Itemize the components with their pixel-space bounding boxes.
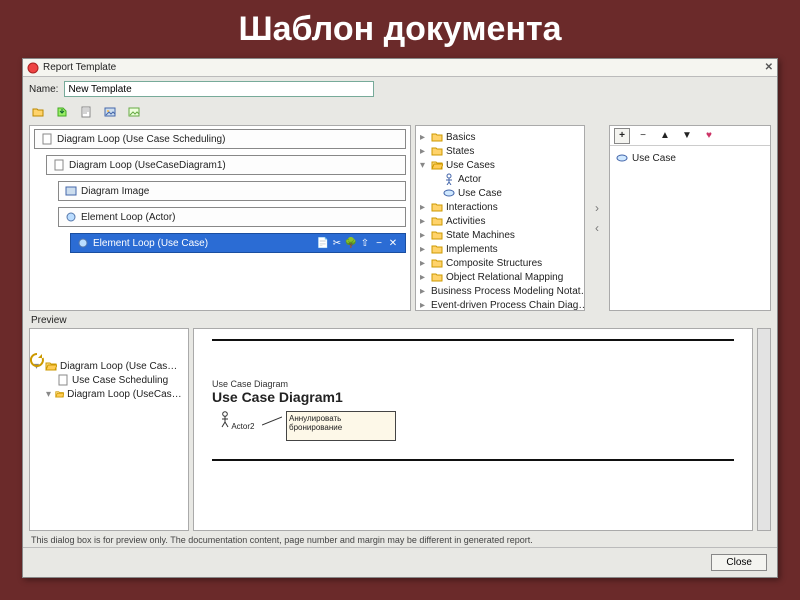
open-icon[interactable] bbox=[29, 103, 47, 121]
connector-line bbox=[262, 411, 282, 431]
report-template-dialog: Report Template ✕ Name: Diagram Loop (Us… bbox=[22, 58, 778, 578]
element-tree-panel[interactable]: ▸Basics▸States▾Use CasesActorUse Case▸In… bbox=[415, 125, 585, 311]
close-button[interactable]: Close bbox=[711, 554, 767, 571]
tree-item[interactable]: ▸Business Process Modeling Notat… bbox=[418, 284, 582, 298]
loop-label: Element Loop (Use Case) bbox=[93, 238, 208, 249]
tree-item[interactable]: ▸Activities bbox=[418, 214, 582, 228]
new-doc-icon[interactable] bbox=[77, 103, 95, 121]
preview-note: This dialog box is for preview only. The… bbox=[23, 533, 777, 547]
plus-icon[interactable]: + bbox=[614, 128, 630, 144]
tree-item[interactable]: ▸Object Relational Mapping bbox=[418, 270, 582, 284]
loop-label: Diagram Loop (Use Case Scheduling) bbox=[57, 134, 225, 145]
loop-label: Diagram Image bbox=[81, 186, 149, 197]
preview-wrap: ▾Diagram Loop (Use Case Sched…Use Case S… bbox=[23, 326, 777, 533]
name-label: Name: bbox=[29, 84, 58, 95]
loop-label: Diagram Loop (UseCaseDiagram1) bbox=[69, 160, 226, 171]
tree-item[interactable]: ▸Composite Structures bbox=[418, 256, 582, 270]
usecase-box: Аннулировать бронирование bbox=[286, 411, 396, 441]
refresh-icon[interactable] bbox=[29, 352, 45, 368]
doc-caption: Use Case Diagram bbox=[212, 379, 734, 389]
main-toolbar bbox=[23, 101, 777, 125]
dialog-footer: Close bbox=[23, 547, 777, 577]
tree-item[interactable]: ▸States bbox=[418, 144, 582, 158]
doc-title: Use Case Diagram1 bbox=[212, 389, 734, 405]
preview-tree-item[interactable]: ▾Diagram Loop (UseCaseDiagram1) bbox=[32, 387, 186, 401]
minus-icon[interactable]: − bbox=[373, 237, 385, 249]
list-item[interactable]: Use Case bbox=[616, 150, 764, 166]
tree-item[interactable]: Actor bbox=[418, 172, 582, 186]
preview-tree-item[interactable]: ▾Diagram Loop (Use Case Sched… bbox=[32, 359, 186, 373]
tree-item[interactable]: ▸State Machines bbox=[418, 228, 582, 242]
minus-icon[interactable]: − bbox=[634, 127, 652, 145]
cut-icon[interactable]: ✂ bbox=[331, 237, 343, 249]
tree-icon[interactable]: 🌳 bbox=[345, 237, 357, 249]
tree-item[interactable]: ▸Basics bbox=[418, 130, 582, 144]
insert-image-a-icon[interactable] bbox=[101, 103, 119, 121]
tree-item[interactable]: ▸Implements bbox=[418, 242, 582, 256]
heart-icon[interactable]: ♥ bbox=[700, 127, 718, 145]
doc-icon bbox=[53, 159, 65, 171]
loop-row-selected[interactable]: Element Loop (Use Case) 📄 ✂ 🌳 ⇧ − ✕ bbox=[70, 233, 406, 253]
export-icon[interactable] bbox=[53, 103, 71, 121]
delete-icon[interactable]: ✕ bbox=[387, 237, 399, 249]
window-title: Report Template bbox=[43, 62, 116, 73]
selection-panel: + − ▲ ▼ ♥ Use Case bbox=[609, 125, 771, 311]
name-input[interactable] bbox=[64, 81, 374, 97]
copy-icon[interactable]: 📄 bbox=[317, 237, 329, 249]
ball-icon bbox=[77, 237, 89, 249]
preview-label: Preview bbox=[23, 311, 777, 326]
move-left-icon[interactable]: ‹ bbox=[590, 221, 604, 235]
selection-list: Use Case bbox=[610, 146, 770, 310]
tree-item[interactable]: ▸Interactions bbox=[418, 200, 582, 214]
preview-tree[interactable]: ▾Diagram Loop (Use Case Sched…Use Case S… bbox=[29, 328, 189, 531]
loop-row[interactable]: Element Loop (Actor) bbox=[58, 207, 406, 227]
loop-label: Element Loop (Actor) bbox=[81, 212, 176, 223]
image-icon bbox=[65, 185, 77, 197]
preview-tree-item[interactable]: Use Case Scheduling bbox=[32, 373, 186, 387]
actor-figure: Actor2 bbox=[212, 411, 262, 431]
down-arrow-icon[interactable]: ▼ bbox=[678, 127, 696, 145]
window-close-icon[interactable]: ✕ bbox=[765, 62, 773, 73]
middle-row: Diagram Loop (Use Case Scheduling) Diagr… bbox=[23, 125, 777, 311]
doc-icon bbox=[41, 133, 53, 145]
tree-item[interactable]: ▸Event-driven Process Chain Diag… bbox=[418, 298, 582, 311]
loop-row[interactable]: Diagram Loop (UseCaseDiagram1) bbox=[46, 155, 406, 175]
ball-icon bbox=[65, 211, 77, 223]
slide-title: Шаблон документа bbox=[0, 0, 800, 53]
insert-image-b-icon[interactable] bbox=[125, 103, 143, 121]
oval-icon bbox=[616, 152, 628, 164]
tree-item[interactable]: ▾Use Cases bbox=[418, 158, 582, 172]
loop-row[interactable]: Diagram Image bbox=[58, 181, 406, 201]
tree-item[interactable]: Use Case bbox=[418, 186, 582, 200]
app-icon bbox=[27, 62, 39, 74]
actor-label: Actor2 bbox=[231, 422, 254, 431]
titlebar: Report Template ✕ bbox=[23, 59, 777, 77]
row-actions: 📄 ✂ 🌳 ⇧ − ✕ bbox=[317, 237, 399, 249]
preview-document: Use Case Diagram Use Case Diagram1 Actor… bbox=[193, 328, 753, 531]
list-item-label: Use Case bbox=[632, 153, 676, 164]
loop-panel: Diagram Loop (Use Case Scheduling) Diagr… bbox=[29, 125, 411, 311]
scrollbar[interactable] bbox=[757, 328, 771, 531]
name-bar: Name: bbox=[23, 77, 777, 101]
loop-row[interactable]: Diagram Loop (Use Case Scheduling) bbox=[34, 129, 406, 149]
up-icon[interactable]: ⇧ bbox=[359, 237, 371, 249]
transfer-arrows: › ‹ bbox=[589, 125, 605, 311]
selection-toolbar: + − ▲ ▼ ♥ bbox=[610, 126, 770, 146]
move-right-icon[interactable]: › bbox=[590, 201, 604, 215]
up-arrow-icon[interactable]: ▲ bbox=[656, 127, 674, 145]
